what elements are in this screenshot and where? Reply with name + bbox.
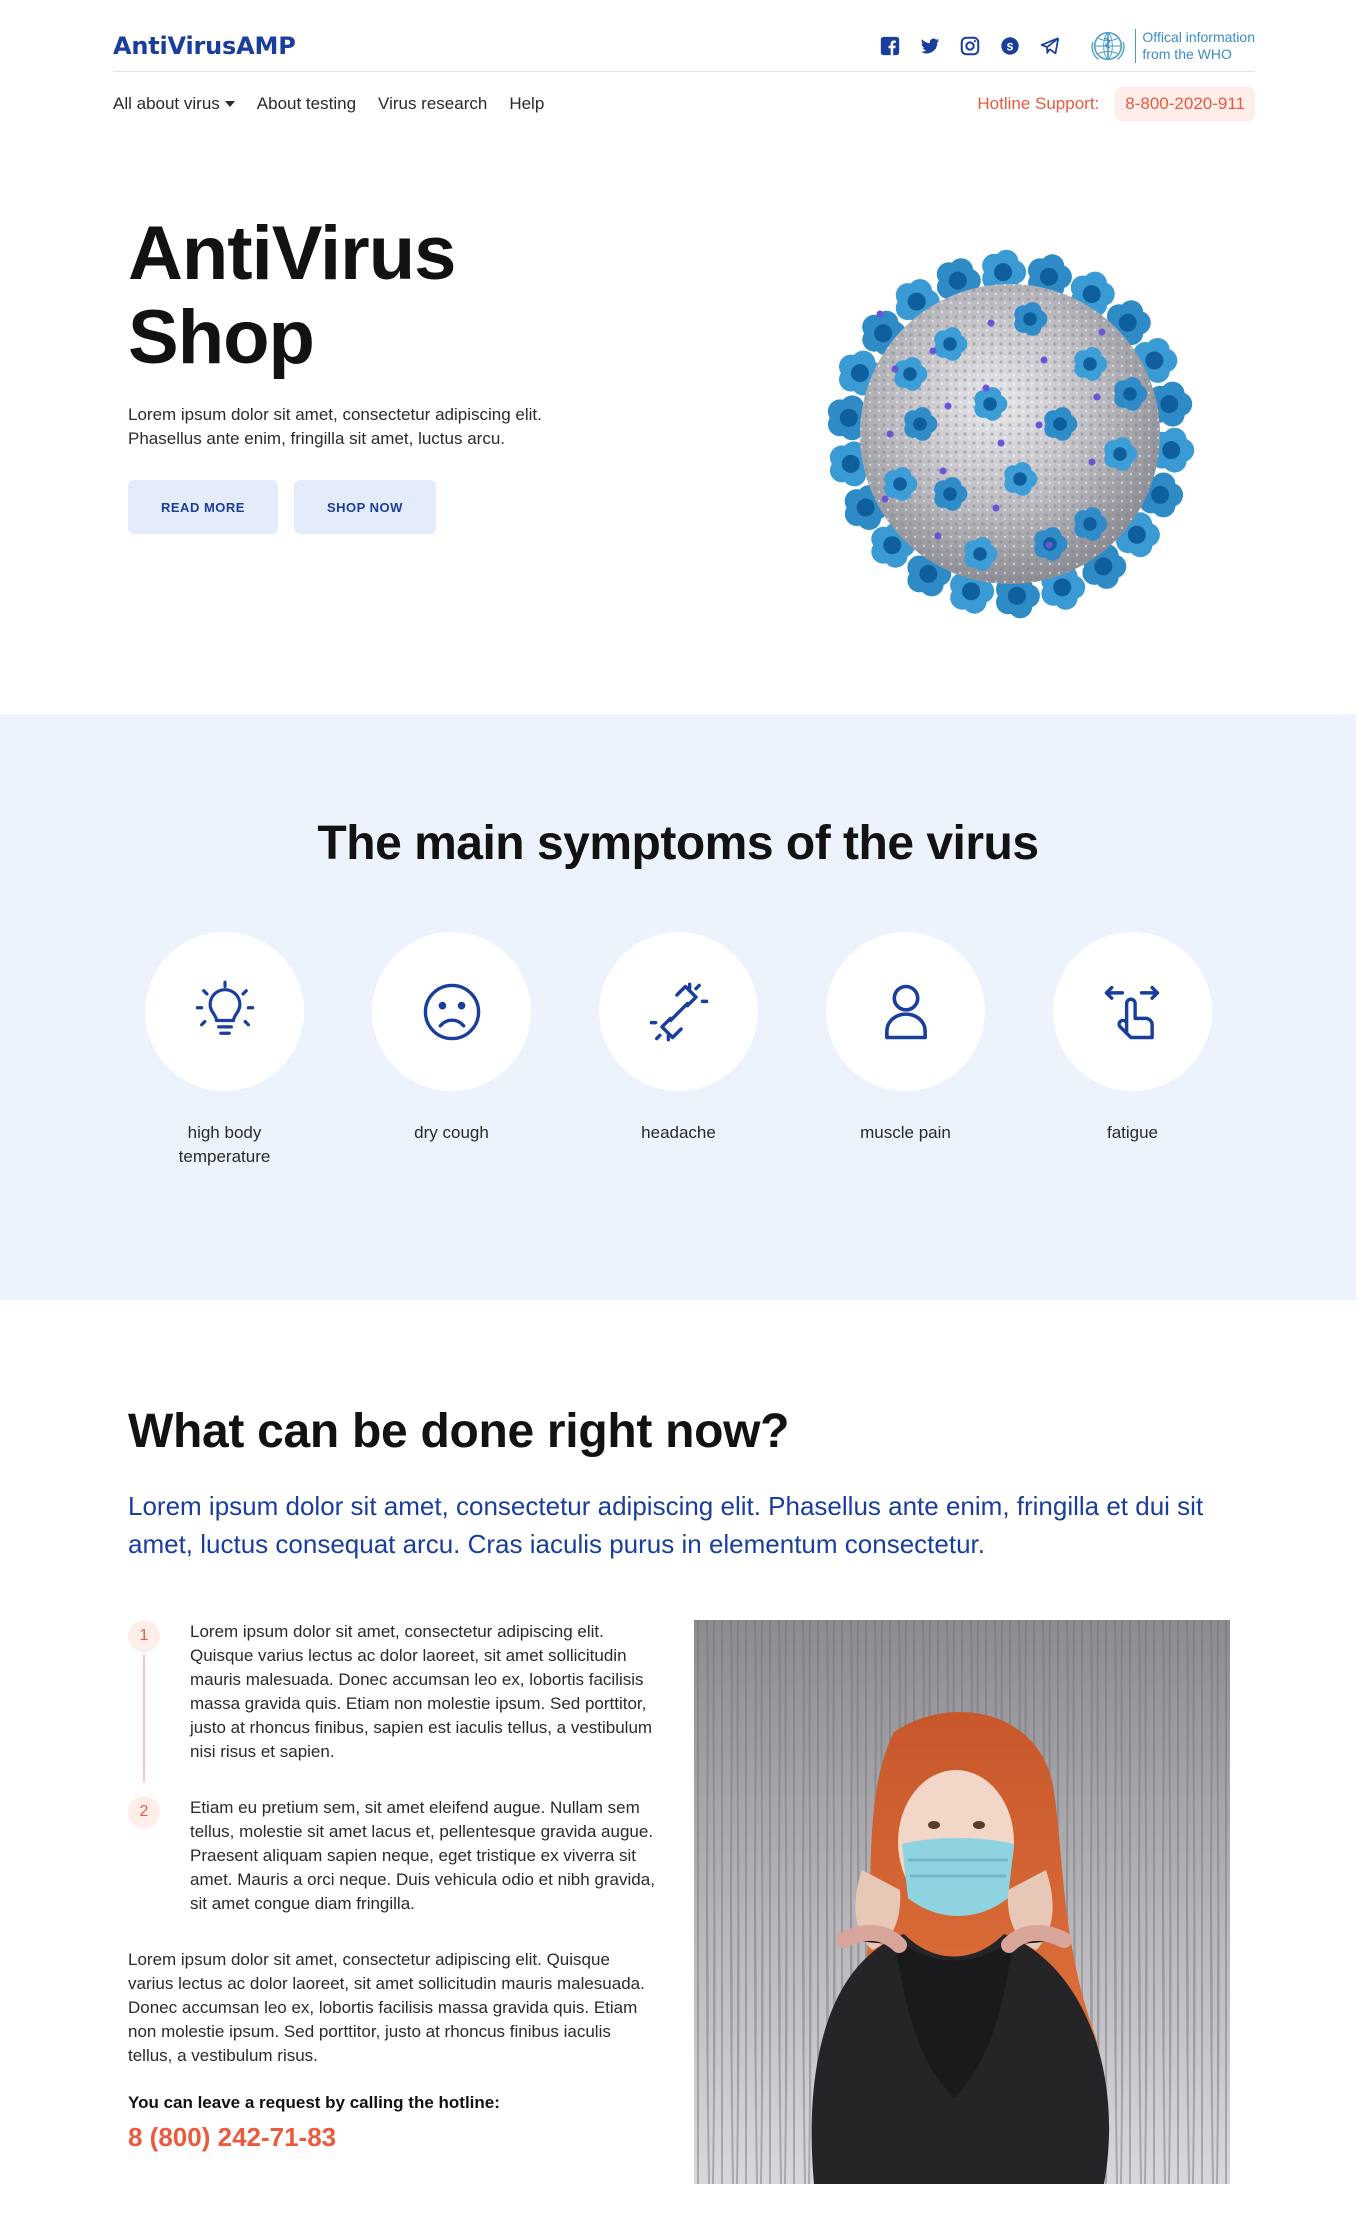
hero-title-line-2: Shop xyxy=(128,295,315,380)
step-number: 2 xyxy=(128,1796,160,1828)
telegram-icon[interactable] xyxy=(1037,33,1063,59)
symptom-item: high body temperature xyxy=(145,932,304,1169)
symptom-label: fatigue xyxy=(1106,1123,1159,1142)
call-phone-number[interactable]: 8 (800) 242-71-83 xyxy=(128,2122,336,2153)
instagram-icon[interactable] xyxy=(957,33,983,59)
symptom-icon-circle xyxy=(1053,932,1212,1091)
brand-logo[interactable]: AntiVirusAMP xyxy=(113,32,296,60)
nav-item-all-about-virus[interactable]: All about virus xyxy=(113,94,235,114)
symptom-item: muscle pain xyxy=(826,932,985,1169)
woman-in-mask-photo xyxy=(694,1620,1230,2184)
step-connector xyxy=(143,1654,145,1782)
read-more-button[interactable]: READ MORE xyxy=(128,480,278,534)
swipe-hand-icon xyxy=(1104,985,1159,1039)
symptom-item: dry cough xyxy=(372,932,531,1169)
who-logo-icon xyxy=(1091,31,1125,60)
person-icon xyxy=(884,984,927,1039)
symptom-label: dry cough xyxy=(414,1123,489,1142)
broken-link-icon xyxy=(649,982,708,1041)
step-text: Lorem ipsum dolor sit amet, consectetur … xyxy=(190,1622,653,1761)
nav-item-about-testing[interactable]: About testing xyxy=(257,94,356,114)
top-bar: AntiVirusAMP Offical information from th… xyxy=(113,20,1255,72)
site-header: AntiVirusAMP Offical information from th… xyxy=(113,20,1255,136)
hotline-support: Hotline Support: 8-800-2020-911 xyxy=(977,87,1255,121)
who-text: Offical information from the WHO xyxy=(1135,28,1255,63)
step-item: 1 Lorem ipsum dolor sit amet, consectetu… xyxy=(128,1620,668,1782)
what-done-title: What can be done right now? xyxy=(128,1405,790,1458)
hero-title-line-1: AntiVirus xyxy=(128,211,456,296)
symptom-icon-circle xyxy=(826,932,985,1091)
step-number: 1 xyxy=(128,1620,160,1652)
who-line-1: Offical information xyxy=(1142,28,1255,45)
symptoms-section: The main symptoms of the virus high body… xyxy=(0,714,1356,1300)
social-links xyxy=(877,33,1063,59)
body-paragraph: Lorem ipsum dolor sit amet, consectetur … xyxy=(128,1950,645,2065)
nav-item-help[interactable]: Help xyxy=(509,94,544,114)
hero-buttons: READ MORE SHOP NOW xyxy=(128,480,436,534)
symptom-icon-circle xyxy=(145,932,304,1091)
symptoms-list: high body temperature dry cough headache… xyxy=(145,932,1212,1169)
nav-menu: All about virus About testing Virus rese… xyxy=(113,94,544,114)
step-text: Etiam eu pretium sem, sit amet eleifend … xyxy=(190,1798,655,1913)
call-label: You can leave a request by calling the h… xyxy=(128,2093,500,2112)
who-link[interactable]: Offical information from the WHO xyxy=(1089,27,1255,65)
symptom-icon-circle xyxy=(599,932,758,1091)
symptom-label: high body temperature xyxy=(178,1123,271,1166)
shop-now-button[interactable]: SHOP NOW xyxy=(293,480,436,534)
sad-face-icon xyxy=(423,983,480,1040)
symptom-icon-circle xyxy=(372,932,531,1091)
hero-title: AntiVirus Shop xyxy=(128,211,456,380)
virus-illustration xyxy=(827,249,1195,619)
who-line-2: from the WHO xyxy=(1142,45,1232,62)
nav-item-virus-research[interactable]: Virus research xyxy=(378,94,487,114)
what-done-lead: Lorem ipsum dolor sit amet, consectetur … xyxy=(128,1491,1204,1559)
main-nav: All about virus About testing Virus rese… xyxy=(113,72,1255,136)
steps-list: 1 Lorem ipsum dolor sit amet, consectetu… xyxy=(128,1620,668,1916)
hotline-label: Hotline Support: xyxy=(977,94,1100,113)
skype-icon[interactable] xyxy=(997,33,1023,59)
nav-item-label: All about virus xyxy=(113,94,220,113)
top-right: Offical information from the WHO xyxy=(877,20,1255,71)
twitter-icon[interactable] xyxy=(917,33,943,59)
hero-text: Lorem ipsum dolor sit amet, consectetur … xyxy=(128,405,542,448)
symptom-label: headache xyxy=(641,1123,716,1142)
step-item: 2 Etiam eu pretium sem, sit amet eleifen… xyxy=(128,1796,668,1916)
symptom-item: fatigue xyxy=(1053,932,1212,1169)
symptom-label: muscle pain xyxy=(860,1123,951,1142)
facebook-icon[interactable] xyxy=(877,33,903,59)
symptom-item: headache xyxy=(599,932,758,1169)
symptoms-title: The main symptoms of the virus xyxy=(317,817,1039,870)
chevron-down-icon xyxy=(224,101,235,107)
hotline-number[interactable]: 8-800-2020-911 xyxy=(1115,87,1255,121)
lightbulb-icon xyxy=(195,980,254,1035)
